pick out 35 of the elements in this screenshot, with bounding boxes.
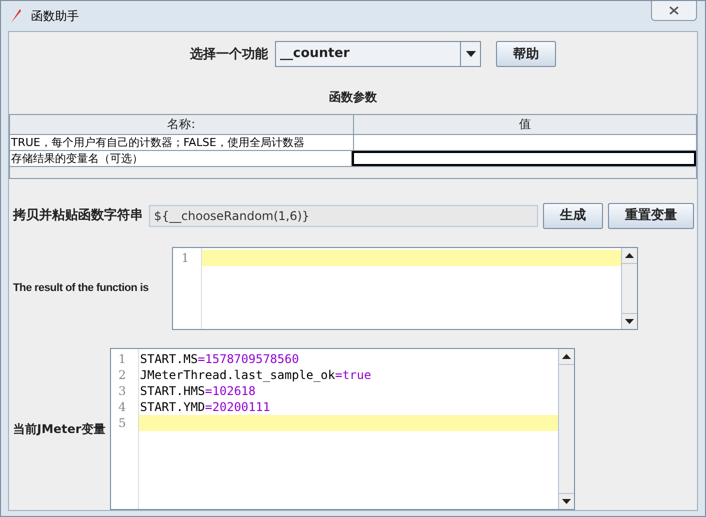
line-number: 3	[117, 382, 127, 399]
push-button[interactable]: 生成	[543, 202, 603, 229]
function-label: 选择一个功能	[190, 46, 268, 64]
code-text: START.MS=1578709578560	[140, 352, 299, 366]
push-button[interactable]: 帮助	[496, 41, 556, 68]
table-cell[interactable]: 存储结果的变量名（可选）	[10, 150, 352, 166]
feather-icon	[9, 8, 23, 24]
scroll-bar[interactable]	[558, 348, 574, 509]
function-string-field[interactable]: ${__chooseRandom(1,6)}	[149, 204, 538, 227]
code-editor[interactable]: 1	[172, 247, 638, 330]
line-number: 4	[117, 398, 127, 415]
code-text: JMeterThread.last_sample_ok=true	[140, 368, 372, 382]
line-number: 5	[117, 414, 127, 431]
variables-label: 当前JMeter变量	[12, 420, 106, 438]
window-title: 函数助手	[31, 8, 79, 25]
result-label: The result of the function is	[12, 281, 150, 296]
table-row[interactable]: 存储结果的变量名（可选）	[10, 150, 696, 167]
function-dropdown[interactable]: __counter	[275, 41, 481, 68]
code-editor[interactable]: 1 2 3 4 5 START.MS=1578709578560 JMeterThread.last_sample_ok=true START.HMS=102618 START.YMD=20200111	[110, 348, 575, 510]
section-title: 函数参数	[329, 88, 377, 106]
function-string-label: 拷贝并粘贴函数字符串	[13, 206, 143, 226]
focused-cell[interactable]	[352, 150, 696, 166]
code-text: START.YMD=20200111	[140, 400, 270, 414]
push-button[interactable]: 重置变量	[608, 202, 694, 229]
table-cell[interactable]: TRUE，每个用户有自己的计数器；FALSE，使用全局计数器	[10, 134, 354, 150]
close-button[interactable]	[651, 1, 697, 21]
column-header[interactable]: 名称:	[10, 114, 354, 134]
column-header[interactable]: 值	[354, 114, 696, 134]
line-number: 1	[180, 250, 190, 266]
scroll-bar[interactable]	[621, 248, 637, 329]
line-number: 2	[117, 366, 127, 383]
line-number: 1	[117, 350, 127, 367]
code-text: START.HMS=102618	[140, 384, 256, 398]
close-icon	[669, 6, 679, 15]
table-row[interactable]: TRUE，每个用户有自己的计数器；FALSE，使用全局计数器	[10, 134, 696, 151]
